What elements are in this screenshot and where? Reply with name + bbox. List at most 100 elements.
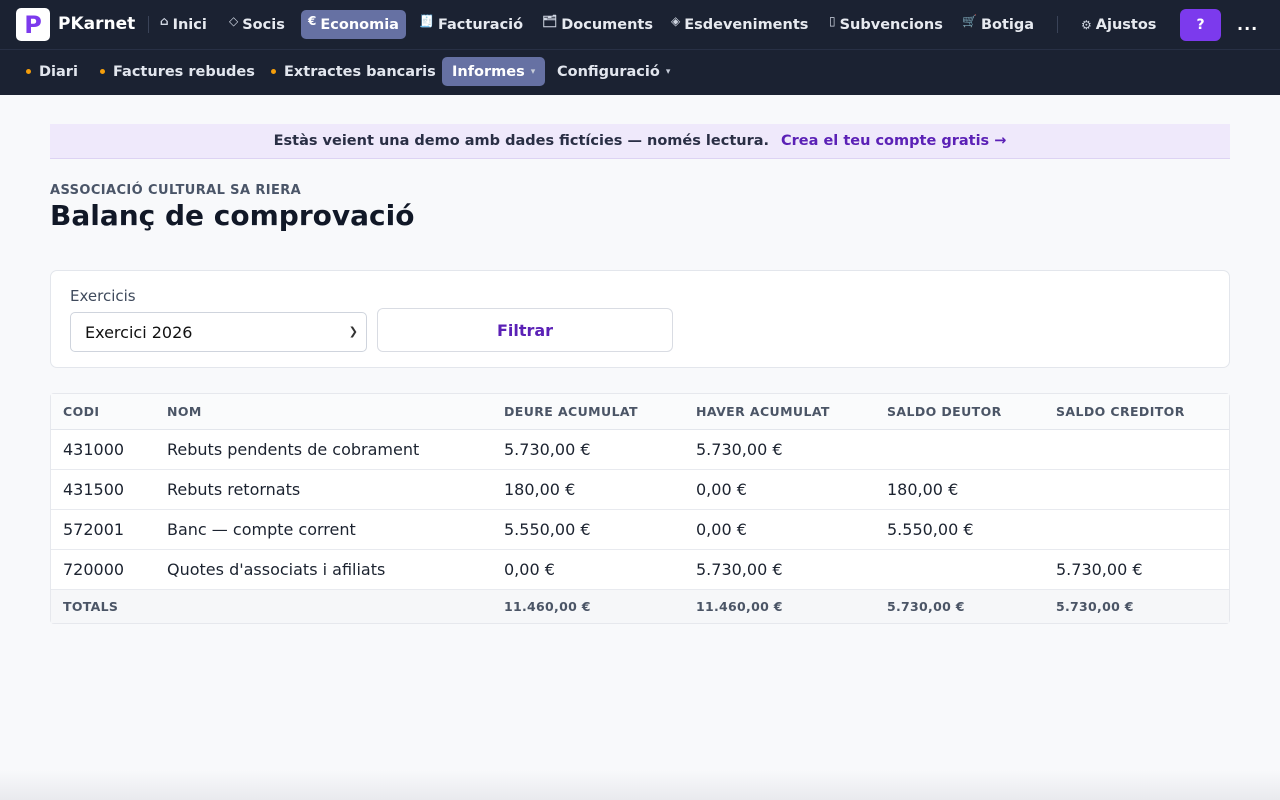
cell-name: Rebuts pendents de cobrament xyxy=(155,429,492,470)
nav-divider xyxy=(1057,16,1058,33)
cell-credit: 5.730,00 € xyxy=(684,429,875,470)
totals-label: TOTALS xyxy=(51,589,155,623)
caret-down-icon: ▾ xyxy=(665,66,671,77)
table-row[interactable]: 431000 Rebuts pendents de cobrament 5.73… xyxy=(51,429,1229,470)
logo[interactable]: P xyxy=(16,8,50,41)
create-account-link[interactable]: Crea el teu compte gratis → xyxy=(781,133,1006,149)
cell-credit: 5.730,00 € xyxy=(684,549,875,590)
cell-debit: 5.550,00 € xyxy=(492,509,684,550)
subnav-label: Diari xyxy=(39,63,78,80)
column-header: SALDO CREDITOR xyxy=(1044,394,1229,430)
gear-icon: ⚙ xyxy=(1081,17,1092,32)
nav-item-socis[interactable]: ◇ Socis xyxy=(222,10,292,39)
filter-button[interactable]: Filtrar xyxy=(377,308,673,352)
cell-code: 431500 xyxy=(51,469,155,510)
cell-credit: 0,00 € xyxy=(684,469,875,510)
nav-item-ajustos[interactable]: ⚙ Ajustos xyxy=(1074,10,1163,39)
bullet-dot-icon xyxy=(26,69,31,74)
column-header: NOM xyxy=(155,394,492,430)
cell-debit: 180,00 € xyxy=(492,469,684,510)
total-debit-balance: 5.730,00 € xyxy=(875,589,1044,623)
cart-icon: 🛒 xyxy=(962,13,977,28)
subnav-item-configuracio[interactable]: Configuració ▾ xyxy=(547,57,680,86)
cell-credit-balance xyxy=(1044,469,1229,510)
trial-balance-table: CODI NOM DEURE ACUMULAT HAVER ACUMULAT S… xyxy=(50,393,1230,624)
more-menu-button[interactable]: ... xyxy=(1237,15,1258,34)
nav-label: Inici xyxy=(172,16,207,33)
subnav-label: Extractes bancaris xyxy=(284,63,436,80)
cell-name: Rebuts retornats xyxy=(155,469,492,510)
nav-item-inici[interactable]: ⌂ Inici xyxy=(153,10,214,39)
top-navbar: P PKarnet ⌂ Inici ◇ Socis € Economia 🧾 Factu… xyxy=(0,0,1280,49)
diamond-icon: ◇ xyxy=(229,13,239,28)
nav-divider xyxy=(148,16,149,33)
cell-name: Banc — compte corrent xyxy=(155,509,492,550)
cell-code: 720000 xyxy=(51,549,155,590)
receipt-icon: 🧾 xyxy=(419,13,434,28)
nav-item-documents[interactable]: 🗂 Documents xyxy=(535,10,660,39)
organization-name: ASSOCIACIÓ CULTURAL SA RIERA xyxy=(50,183,302,198)
page-title: Balanç de comprovació xyxy=(50,199,415,232)
cell-code: 431000 xyxy=(51,429,155,470)
cell-credit: 0,00 € xyxy=(684,509,875,550)
nav-item-facturacio[interactable]: 🧾 Facturació xyxy=(412,10,530,39)
nav-item-botiga[interactable]: 🛒 Botiga xyxy=(955,10,1041,39)
nav-label: Facturació xyxy=(437,16,524,33)
cell-code: 572001 xyxy=(51,509,155,550)
table-row[interactable]: 720000 Quotes d'associats i afiliats 0,0… xyxy=(51,549,1229,590)
demo-banner: Estàs veient una demo amb dades fictície… xyxy=(50,124,1230,159)
sub-navbar: Diari Factures rebudes Extractes bancari… xyxy=(0,49,1280,95)
nav-item-subvencions[interactable]: ▯ Subvencions xyxy=(822,10,950,39)
fiscal-year-label: Exercicis xyxy=(70,287,136,305)
column-header: CODI xyxy=(51,394,155,430)
brand-name[interactable]: PKarnet xyxy=(58,14,135,34)
fiscal-year-selected: Exercici 2026 xyxy=(85,322,193,342)
table-row[interactable]: 572001 Banc — compte corrent 5.550,00 € … xyxy=(51,509,1229,550)
event-diamond-icon: ◈ xyxy=(671,13,681,28)
subnav-label: Configuració xyxy=(557,63,660,80)
euro-icon: € xyxy=(308,13,317,28)
help-button[interactable]: ? xyxy=(1180,9,1221,41)
total-credit-balance: 5.730,00 € xyxy=(1044,589,1229,623)
subnav-item-factures-rebudes[interactable]: Factures rebudes xyxy=(90,57,265,86)
nav-label: Esdeveniments xyxy=(684,16,809,33)
total-credit: 11.460,00 € xyxy=(684,589,875,623)
cell-name: Quotes d'associats i afiliats xyxy=(155,549,492,590)
grant-icon: ▯ xyxy=(829,13,836,28)
nav-label: Socis xyxy=(242,16,285,33)
cell-debit-balance: 5.550,00 € xyxy=(875,509,1044,550)
cell-credit-balance xyxy=(1044,429,1229,470)
subnav-item-extractes-bancaris[interactable]: Extractes bancaris xyxy=(261,57,446,86)
table-header-row: CODI NOM DEURE ACUMULAT HAVER ACUMULAT S… xyxy=(51,394,1229,430)
cell-debit-balance xyxy=(875,429,1044,470)
cell-credit-balance xyxy=(1044,509,1229,550)
column-header: DEURE ACUMULAT xyxy=(492,394,684,430)
cell-credit-balance: 5.730,00 € xyxy=(1044,549,1229,590)
demo-banner-text: Estàs veient una demo amb dades fictície… xyxy=(273,133,770,149)
bullet-dot-icon xyxy=(271,69,276,74)
cell-debit: 5.730,00 € xyxy=(492,429,684,470)
logo-letter: P xyxy=(24,10,42,39)
subnav-item-informes[interactable]: Informes ▾ xyxy=(442,57,546,86)
nav-item-economia[interactable]: € Economia xyxy=(301,10,406,39)
totals-empty xyxy=(155,589,492,623)
totals-row: TOTALS 11.460,00 € 11.460,00 € 5.730,00 … xyxy=(51,589,1229,623)
total-debit: 11.460,00 € xyxy=(492,589,684,623)
table-row[interactable]: 431500 Rebuts retornats 180,00 € 0,00 € … xyxy=(51,469,1229,510)
nav-item-esdeveniments[interactable]: ◈ Esdeveniments xyxy=(664,10,815,39)
page-bottom-fade xyxy=(0,770,1280,800)
nav-label: Botiga xyxy=(980,16,1035,33)
bullet-dot-icon xyxy=(100,69,105,74)
fiscal-year-select[interactable]: Exercici 2026 ❯ xyxy=(70,312,367,352)
subnav-item-diari[interactable]: Diari xyxy=(16,57,88,86)
filter-card: Exercicis Exercici 2026 ❯ Filtrar xyxy=(50,270,1230,368)
subnav-label: Factures rebudes xyxy=(113,63,255,80)
column-header: HAVER ACUMULAT xyxy=(684,394,875,430)
nav-label: Documents xyxy=(561,16,653,33)
cell-debit: 0,00 € xyxy=(492,549,684,590)
cell-debit-balance: 180,00 € xyxy=(875,469,1044,510)
nav-label: Economia xyxy=(320,16,399,33)
folder-icon: 🗂 xyxy=(542,13,558,28)
subnav-label: Informes xyxy=(452,63,525,80)
chevron-down-icon: ❯ xyxy=(348,325,358,338)
